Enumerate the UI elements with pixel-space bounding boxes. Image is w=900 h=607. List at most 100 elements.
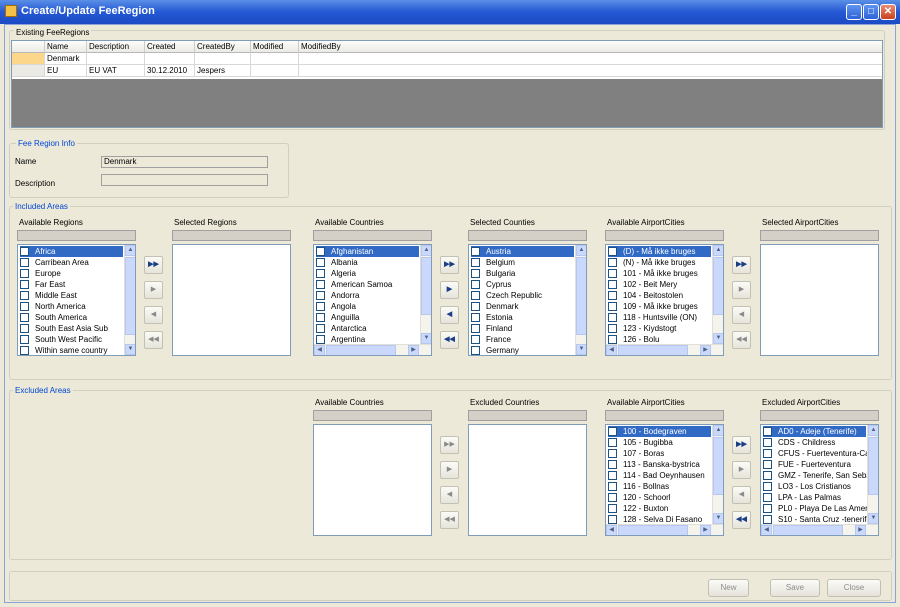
table-cell[interactable]: Denmark bbox=[45, 53, 87, 65]
checkbox[interactable] bbox=[20, 313, 29, 322]
horizontal-scrollbar[interactable]: ◀ ▶ bbox=[314, 344, 431, 355]
checkbox[interactable] bbox=[763, 460, 772, 469]
checkbox[interactable] bbox=[471, 247, 480, 256]
excluded-countries-filter[interactable] bbox=[468, 410, 587, 421]
checkbox[interactable] bbox=[763, 482, 772, 491]
scroll-right-icon[interactable]: ▶ bbox=[700, 345, 711, 355]
move-all-right-button[interactable]: ▶▶ bbox=[732, 256, 751, 274]
close-button[interactable]: Close bbox=[827, 579, 881, 597]
list-item[interactable]: 120 - Schoorl bbox=[608, 492, 711, 503]
list-item[interactable]: 114 - Bad Oeynhausen bbox=[608, 470, 711, 481]
checkbox[interactable] bbox=[316, 313, 325, 322]
checkbox[interactable] bbox=[471, 302, 480, 311]
checkbox[interactable] bbox=[608, 515, 617, 524]
minimize-button[interactable]: _ bbox=[846, 4, 862, 20]
description-field[interactable] bbox=[101, 174, 268, 186]
move-right-button[interactable]: ▶ bbox=[732, 461, 751, 479]
horizontal-scrollbar[interactable]: ◀ ▶ bbox=[761, 524, 878, 535]
move-left-button[interactable]: ◀ bbox=[440, 306, 459, 324]
scroll-up-icon[interactable]: ▲ bbox=[421, 245, 431, 256]
available-countries-list[interactable]: Afghanistan Albania Algeria American Samoa A… bbox=[313, 244, 432, 356]
vertical-scrollbar[interactable]: ▲ ▼ bbox=[712, 245, 723, 344]
selected-airportcities-filter[interactable] bbox=[760, 230, 879, 241]
scroll-right-icon[interactable]: ▶ bbox=[700, 525, 711, 535]
scroll-down-icon[interactable]: ▼ bbox=[868, 513, 878, 524]
checkbox[interactable] bbox=[608, 247, 617, 256]
checkbox[interactable] bbox=[608, 335, 617, 344]
scroll-up-icon[interactable]: ▲ bbox=[868, 425, 878, 436]
list-item[interactable]: South West Pacific bbox=[20, 334, 123, 345]
list-item[interactable]: Czech Republic bbox=[471, 290, 574, 301]
scroll-thumb[interactable] bbox=[773, 525, 843, 535]
list-item[interactable]: GMZ - Tenerife, San Seba bbox=[763, 470, 871, 481]
checkbox[interactable] bbox=[316, 247, 325, 256]
scroll-left-icon[interactable]: ◀ bbox=[314, 345, 325, 355]
table-cell[interactable] bbox=[195, 53, 251, 65]
list-item[interactable]: American Samoa bbox=[316, 279, 419, 290]
column-header-description[interactable]: Description bbox=[87, 41, 145, 53]
checkbox[interactable] bbox=[20, 302, 29, 311]
list-item[interactable]: North America bbox=[20, 301, 123, 312]
scroll-thumb[interactable] bbox=[713, 437, 723, 495]
available-airportcities-filter[interactable] bbox=[605, 230, 724, 241]
list-item[interactable]: PL0 - Playa De Las Americ bbox=[763, 503, 874, 514]
checkbox[interactable] bbox=[608, 482, 617, 491]
list-item[interactable]: 104 - Beitostolen bbox=[608, 290, 711, 301]
list-item[interactable]: France bbox=[471, 334, 574, 345]
list-item[interactable]: Estonia bbox=[471, 312, 574, 323]
selected-regions-list[interactable] bbox=[172, 244, 291, 356]
scroll-up-icon[interactable]: ▲ bbox=[713, 425, 723, 436]
list-item[interactable]: AD0 - Adeje (Tenerife) bbox=[763, 426, 866, 437]
scroll-thumb[interactable] bbox=[618, 525, 688, 535]
scroll-down-icon[interactable]: ▼ bbox=[713, 513, 723, 524]
list-item[interactable]: Denmark bbox=[471, 301, 574, 312]
list-item[interactable]: Cyprus bbox=[471, 279, 574, 290]
list-item[interactable]: CDS - Childress bbox=[763, 437, 866, 448]
scroll-left-icon[interactable]: ◀ bbox=[606, 345, 617, 355]
list-item[interactable]: Antarctica bbox=[316, 323, 419, 334]
checkbox[interactable] bbox=[763, 504, 772, 513]
checkbox[interactable] bbox=[20, 269, 29, 278]
table-cell[interactable] bbox=[299, 53, 882, 65]
checkbox[interactable] bbox=[608, 269, 617, 278]
list-item[interactable]: CFUS - Fuerteventura-Cal bbox=[763, 448, 871, 459]
checkbox[interactable] bbox=[471, 280, 480, 289]
scroll-thumb[interactable] bbox=[326, 345, 396, 355]
scroll-down-icon[interactable]: ▼ bbox=[576, 344, 586, 355]
move-left-button[interactable]: ◀ bbox=[732, 306, 751, 324]
move-right-button[interactable]: ▶ bbox=[732, 281, 751, 299]
scroll-up-icon[interactable]: ▲ bbox=[713, 245, 723, 256]
move-left-button[interactable]: ◀ bbox=[144, 306, 163, 324]
selected-regions-filter[interactable] bbox=[172, 230, 291, 241]
checkbox[interactable] bbox=[471, 269, 480, 278]
excluded-available-airportcities-filter[interactable] bbox=[605, 410, 724, 421]
list-item[interactable]: Bulgaria bbox=[471, 268, 574, 279]
table-cell[interactable] bbox=[251, 53, 299, 65]
list-item[interactable]: 118 - Huntsville (ON) bbox=[608, 312, 711, 323]
new-button[interactable]: New bbox=[708, 579, 749, 597]
checkbox[interactable] bbox=[763, 449, 772, 458]
column-header-name[interactable]: Name bbox=[45, 41, 87, 53]
move-all-left-button[interactable]: ◀◀ bbox=[440, 331, 459, 349]
list-item[interactable]: 101 - Må ikke bruges bbox=[608, 268, 711, 279]
checkbox[interactable] bbox=[316, 269, 325, 278]
scroll-down-icon[interactable]: ▼ bbox=[713, 333, 723, 344]
list-item[interactable]: (N) - Må ikke bruges bbox=[608, 257, 711, 268]
list-item[interactable]: Finland bbox=[471, 323, 574, 334]
vertical-scrollbar[interactable]: ▲ ▼ bbox=[575, 245, 586, 355]
column-header-createdby[interactable]: CreatedBy bbox=[195, 41, 251, 53]
move-all-left-button[interactable]: ◀◀ bbox=[440, 511, 459, 529]
checkbox[interactable] bbox=[471, 335, 480, 344]
checkbox[interactable] bbox=[471, 291, 480, 300]
list-item[interactable]: 123 - Kiydstogt bbox=[608, 323, 711, 334]
move-right-button[interactable]: ▶ bbox=[440, 281, 459, 299]
checkbox[interactable] bbox=[608, 438, 617, 447]
scroll-thumb[interactable] bbox=[125, 257, 135, 335]
scroll-left-icon[interactable]: ◀ bbox=[606, 525, 617, 535]
move-all-left-button[interactable]: ◀◀ bbox=[732, 511, 751, 529]
checkbox[interactable] bbox=[763, 471, 772, 480]
list-item[interactable]: South America bbox=[20, 312, 123, 323]
checkbox[interactable] bbox=[20, 335, 29, 344]
list-item[interactable]: Africa bbox=[20, 246, 123, 257]
checkbox[interactable] bbox=[316, 280, 325, 289]
